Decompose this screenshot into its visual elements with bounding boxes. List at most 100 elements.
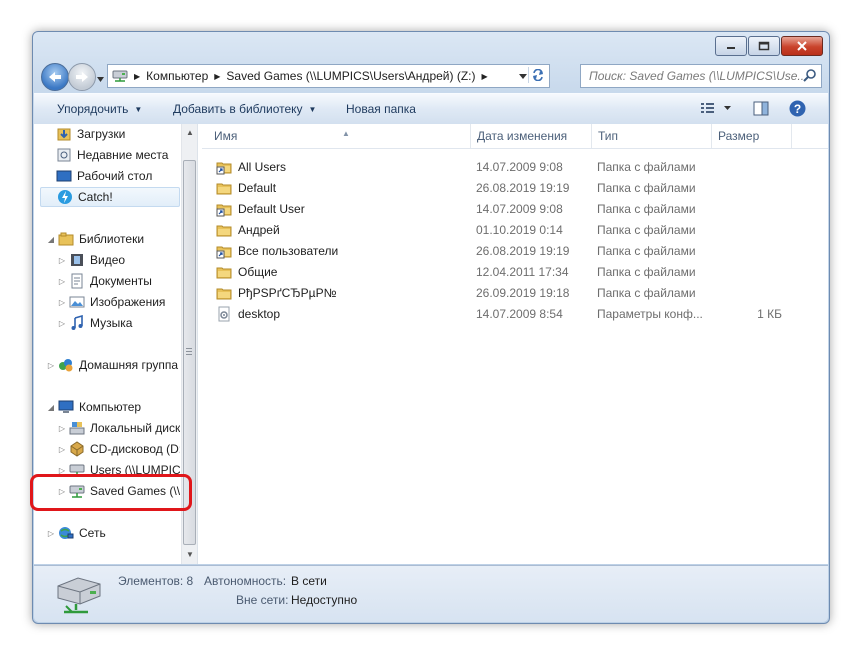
file-size: 1 КБ xyxy=(757,307,782,321)
nav-item-label: Catch! xyxy=(78,190,113,204)
cd-drive-icon xyxy=(69,441,85,457)
address-history-dropdown[interactable] xyxy=(519,72,527,81)
help-button[interactable]: ? xyxy=(789,100,806,120)
back-button[interactable] xyxy=(41,63,69,91)
folder-icon xyxy=(216,222,232,238)
catch-app-icon xyxy=(57,189,73,205)
view-options-button[interactable] xyxy=(700,101,732,118)
preview-pane-button[interactable] xyxy=(753,101,769,119)
offline-availability-label: Вне сети: xyxy=(236,593,289,607)
nav-item-label: Видео xyxy=(90,253,126,267)
breadcrumb-separator[interactable]: ▶ xyxy=(481,72,487,81)
file-date: 26.09.2019 19:18 xyxy=(476,286,570,300)
folder-shortcut-icon xyxy=(216,243,232,259)
network-drive-large-icon xyxy=(54,572,104,619)
column-header-date[interactable]: Дата изменения xyxy=(471,124,592,148)
collapsed-arrow-icon[interactable]: ▷ xyxy=(46,529,56,538)
file-row[interactable]: All Users 14.07.2009 9:08 Папка с файлами xyxy=(214,157,786,178)
file-row[interactable]: desktop 14.07.2009 8:54 Параметры конф... 1… xyxy=(214,304,786,325)
expanded-arrow-icon[interactable]: ◢ xyxy=(46,235,56,244)
offline-status-value: В сети xyxy=(291,574,327,588)
nav-item-network[interactable]: ▷ Сеть xyxy=(46,523,106,543)
arrow-left-icon xyxy=(49,72,61,82)
collapsed-arrow-icon[interactable]: ▷ xyxy=(57,319,67,328)
file-row[interactable]: Все пользователи 26.08.2019 19:19 Папка с … xyxy=(214,241,786,262)
file-date: 26.08.2019 19:19 xyxy=(476,181,570,195)
file-date: 14.07.2009 9:08 xyxy=(476,160,563,174)
file-name: РђРЅРґСЂРµР№ xyxy=(238,286,337,300)
breadcrumb-separator[interactable]: ▶ xyxy=(214,72,220,81)
items-count: Элементов: 8 xyxy=(118,574,194,588)
search-box xyxy=(580,64,822,88)
breadcrumb-computer[interactable]: Компьютер xyxy=(146,69,208,83)
libraries-icon xyxy=(58,231,74,247)
file-name: Общие xyxy=(238,265,278,279)
nav-item-cd-drive[interactable]: ▷ CD-дисковод (D:) xyxy=(57,439,180,459)
local-disk-icon xyxy=(69,420,85,436)
nav-item-computer[interactable]: ◢ Компьютер xyxy=(46,397,141,417)
maximize-button[interactable] xyxy=(748,36,780,56)
nav-item-catch[interactable]: Catch! xyxy=(40,187,180,207)
file-row[interactable]: Андрей 01.10.2019 0:14 Папка с файлами xyxy=(214,220,786,241)
file-row[interactable]: Default User 14.07.2009 9:08 Папка с файла… xyxy=(214,199,786,220)
folder-icon xyxy=(216,264,232,280)
nav-item-downloads[interactable]: Загрузки xyxy=(56,124,125,144)
nav-item-homegroup[interactable]: ▷ Домашняя группа xyxy=(46,355,178,375)
recent-pages-dropdown[interactable] xyxy=(97,71,104,85)
file-name: Андрей xyxy=(238,223,280,237)
nav-item-video[interactable]: ▷ Видео xyxy=(57,250,125,270)
close-icon xyxy=(797,41,807,51)
column-header-type[interactable]: Тип xyxy=(592,124,712,148)
scroll-down-icon[interactable]: ▼ xyxy=(186,550,194,559)
file-row[interactable]: РђРЅРґСЂРµР№ 26.09.2019 19:18 Папка с файл… xyxy=(214,283,786,304)
forward-button[interactable] xyxy=(68,63,96,91)
new-folder-button[interactable]: Новая папка xyxy=(346,102,416,116)
file-name: Default User xyxy=(238,202,305,216)
nav-item-label: Домашняя группа xyxy=(79,358,179,372)
nav-item-documents[interactable]: ▷ Документы xyxy=(57,271,152,291)
minimize-button[interactable] xyxy=(715,36,747,56)
nav-item-desktop[interactable]: Рабочий стол xyxy=(56,166,152,186)
help-icon: ? xyxy=(789,100,806,117)
nav-item-local-disk[interactable]: ▷ Локальный диск (C:) xyxy=(57,418,180,438)
scroll-up-icon[interactable]: ▲ xyxy=(186,128,194,137)
address-bar[interactable]: ▶ Компьютер ▶ Saved Games (\\LUMPICS\Use… xyxy=(107,64,550,88)
organize-button[interactable]: Упорядочить ▼ xyxy=(57,102,142,116)
file-date: 01.10.2019 0:14 xyxy=(476,223,563,237)
breadcrumb-separator[interactable]: ▶ xyxy=(134,72,140,81)
view-list-icon xyxy=(701,103,731,113)
nav-item-libraries[interactable]: ◢ Библиотеки xyxy=(46,229,144,249)
search-input[interactable] xyxy=(587,68,806,84)
refresh-button[interactable] xyxy=(528,67,547,83)
explorer-window: ▶ Компьютер ▶ Saved Games (\\LUMPICS\Use… xyxy=(32,31,830,624)
collapsed-arrow-icon[interactable]: ▷ xyxy=(46,361,56,370)
nav-item-pictures[interactable]: ▷ Изображения xyxy=(57,292,166,312)
collapsed-arrow-icon[interactable]: ▷ xyxy=(57,424,67,433)
nav-item-recent-places[interactable]: Недавние места xyxy=(56,145,168,165)
collapsed-arrow-icon[interactable]: ▷ xyxy=(57,277,67,286)
file-date: 26.08.2019 19:19 xyxy=(476,244,570,258)
file-type: Папка с файлами xyxy=(597,160,696,174)
search-icon[interactable] xyxy=(803,68,817,85)
file-row[interactable]: Общие 12.04.2011 17:34 Папка с файлами xyxy=(214,262,786,283)
pictures-icon xyxy=(69,294,85,310)
nav-item-label: Недавние места xyxy=(77,148,169,162)
file-type: Папка с файлами xyxy=(597,202,696,216)
scroll-grip-icon xyxy=(186,348,192,356)
collapsed-arrow-icon[interactable]: ▷ xyxy=(57,445,67,454)
collapsed-arrow-icon[interactable]: ▷ xyxy=(57,298,67,307)
file-type: Папка с файлами xyxy=(597,244,696,258)
expanded-arrow-icon[interactable]: ◢ xyxy=(46,403,56,412)
file-row[interactable]: Default 26.08.2019 19:19 Папка с файлами xyxy=(214,178,786,199)
column-header-name[interactable]: Имя ▲ xyxy=(208,124,471,148)
nav-item-music[interactable]: ▷ Музыка xyxy=(57,313,132,333)
collapsed-arrow-icon[interactable]: ▷ xyxy=(57,256,67,265)
computer-icon xyxy=(58,399,74,415)
window-controls xyxy=(715,36,823,56)
column-header-size[interactable]: Размер xyxy=(712,124,792,148)
add-to-library-button[interactable]: Добавить в библиотеку ▼ xyxy=(173,102,316,116)
close-button[interactable] xyxy=(781,36,823,56)
organize-label: Упорядочить xyxy=(57,102,129,116)
desktop-icon xyxy=(56,168,72,184)
breadcrumb-saved-games[interactable]: Saved Games (\\LUMPICS\Users\Андрей) (Z:… xyxy=(226,69,475,83)
